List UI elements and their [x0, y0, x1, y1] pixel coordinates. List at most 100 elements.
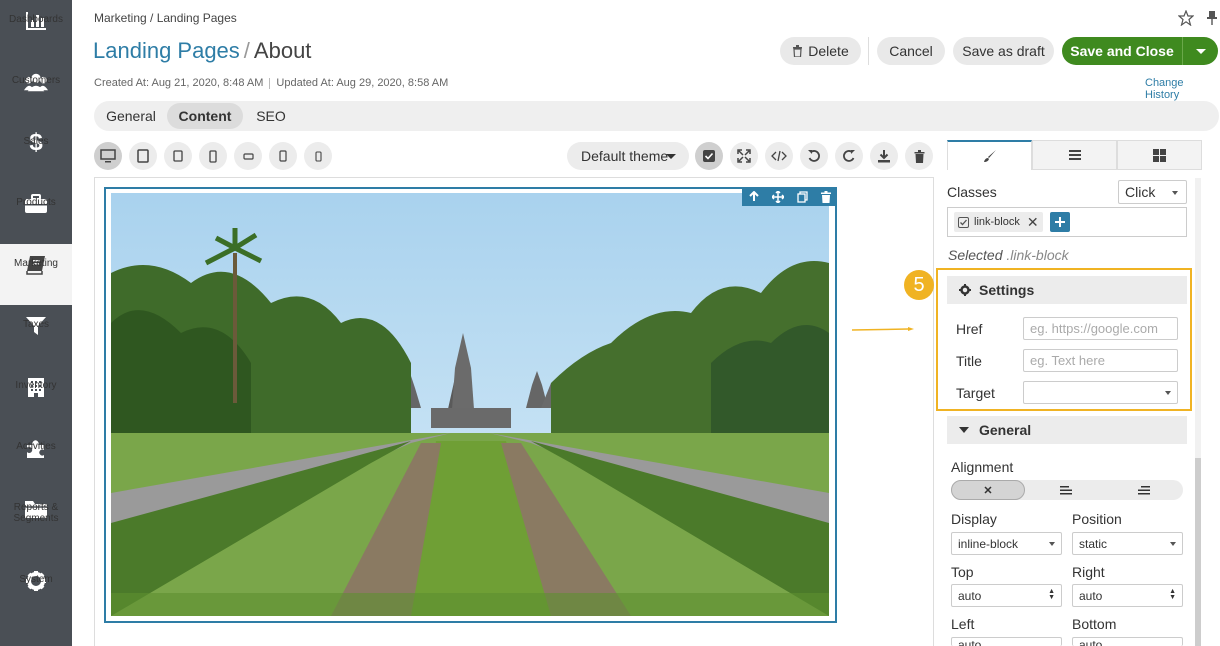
pin-icon[interactable]: [1206, 10, 1218, 26]
right-panel-scrollbar[interactable]: [1195, 178, 1201, 646]
breadcrumb[interactable]: Marketing / Landing Pages: [94, 11, 237, 25]
position-select[interactable]: static: [1072, 532, 1183, 555]
page-title-parent[interactable]: Landing Pages: [93, 38, 240, 63]
right-label: Right: [1072, 564, 1105, 580]
close-icon: ✕: [983, 484, 993, 497]
style-manager-tab[interactable]: [947, 140, 1032, 170]
chevron-down-icon: [1170, 542, 1176, 546]
top-value: auto: [958, 588, 982, 603]
settings-title: Settings: [979, 282, 1035, 298]
align-right-button[interactable]: [1107, 480, 1181, 500]
chevron-down-icon: [1172, 191, 1178, 195]
sidebar-item-inventory[interactable]: Inventory: [0, 366, 72, 427]
copy-icon[interactable]: [796, 190, 808, 203]
delete-button-label: Delete: [808, 43, 849, 59]
gear-icon: [959, 284, 971, 296]
class-tag: link-block ✕: [954, 212, 1043, 232]
change-history-link[interactable]: Change History: [1145, 77, 1220, 101]
fullscreen-icon: [737, 149, 751, 163]
trash-icon[interactable]: [820, 190, 831, 203]
align-none-button[interactable]: ✕: [951, 480, 1025, 500]
arrow-up-icon[interactable]: [748, 191, 759, 202]
right-input[interactable]: auto ▲ ▼: [1072, 584, 1183, 607]
title-input[interactable]: eg. Text here: [1023, 349, 1178, 372]
sidebar-item-marketing[interactable]: Marketing: [0, 244, 72, 305]
bottom-input[interactable]: auto: [1072, 637, 1183, 646]
star-icon[interactable]: [1177, 9, 1195, 27]
device-tablet-button[interactable]: [129, 142, 157, 170]
close-icon[interactable]: ✕: [1027, 214, 1039, 231]
plus-icon: [1055, 217, 1065, 227]
delete-button[interactable]: Delete: [780, 37, 861, 65]
display-select[interactable]: inline-block: [951, 532, 1062, 555]
move-icon[interactable]: [771, 190, 784, 203]
left-input[interactable]: auto: [951, 637, 1062, 646]
tab-seo[interactable]: SEO: [250, 103, 292, 129]
device-mobile-landscape-button[interactable]: [234, 142, 262, 170]
sidebar-item-label: Dashboards: [9, 14, 63, 25]
device-tablet-landscape-button[interactable]: [164, 142, 192, 170]
device-mobile-small-button[interactable]: [304, 142, 332, 170]
save-and-close-button[interactable]: Save and Close: [1062, 37, 1182, 65]
display-value: inline-block: [958, 536, 1019, 551]
align-left-icon: [1060, 485, 1072, 494]
target-select[interactable]: [1023, 381, 1178, 404]
device-mobile-medium-button[interactable]: [269, 142, 297, 170]
add-class-button[interactable]: [1050, 212, 1070, 232]
checkbox-icon: [703, 150, 715, 162]
element-toolbar: [742, 187, 837, 206]
save-as-draft-button[interactable]: Save as draft: [953, 37, 1054, 65]
sidebar-item-reports-segments[interactable]: Reports & Segments: [0, 488, 72, 549]
selected-element-frame: [104, 187, 837, 623]
sidebar-item-dashboards[interactable]: Dashboards: [0, 0, 72, 61]
clear-canvas-button[interactable]: [905, 142, 933, 170]
classes-box: link-block ✕: [947, 207, 1187, 237]
sidebar-item-taxes[interactable]: Taxes: [0, 305, 72, 366]
sidebar-item-label: System: [19, 574, 53, 585]
sidebar-item-activities[interactable]: Activities: [0, 427, 72, 488]
sidebar-item-customers[interactable]: Customers: [0, 61, 72, 122]
device-desktop-button[interactable]: [94, 142, 122, 170]
code-icon: [771, 150, 787, 162]
undo-button[interactable]: [800, 142, 828, 170]
page-title: Landing Pages / About: [93, 38, 311, 64]
view-code-button[interactable]: [765, 142, 793, 170]
left-value: auto: [958, 638, 982, 646]
sidebar-item-sales[interactable]: $ Sales: [0, 122, 72, 183]
stepper-icon: ▲ ▼: [1169, 588, 1176, 601]
selected-prefix: Selected: [948, 247, 1003, 263]
device-mobile-large-button[interactable]: [199, 142, 227, 170]
class-state-select[interactable]: Click: [1118, 180, 1187, 204]
settings-tab[interactable]: [1032, 140, 1117, 170]
display-label: Display: [951, 511, 997, 527]
theme-select[interactable]: Default theme: [567, 142, 689, 170]
sidebar-item-products[interactable]: Products: [0, 183, 72, 244]
left-label: Left: [951, 616, 975, 632]
fullscreen-button[interactable]: [730, 142, 758, 170]
sidebar-item-system[interactable]: System: [0, 560, 72, 621]
tab-content[interactable]: Content: [167, 103, 243, 129]
general-section-header[interactable]: General: [947, 416, 1187, 444]
top-input[interactable]: auto ▲ ▼: [951, 584, 1062, 607]
sidebar-item-label: Activities: [16, 441, 56, 452]
save-options-dropdown[interactable]: [1182, 37, 1218, 65]
settings-section-header[interactable]: Settings: [947, 276, 1187, 304]
show-borders-button[interactable]: [695, 142, 723, 170]
blocks-tab[interactable]: [1117, 140, 1202, 170]
position-label: Position: [1072, 511, 1122, 527]
href-input[interactable]: eg. https://google.com: [1023, 317, 1178, 340]
redo-button[interactable]: [835, 142, 863, 170]
cancel-button[interactable]: Cancel: [877, 37, 945, 65]
align-left-button[interactable]: [1029, 480, 1103, 500]
tab-general[interactable]: General: [97, 103, 165, 129]
sidebar: Dashboards Customers $ Sales Products Ma…: [0, 0, 72, 646]
import-button[interactable]: [870, 142, 898, 170]
record-meta: Created At: Aug 21, 2020, 8:48 AM Updated…: [94, 77, 448, 89]
target-label: Target: [956, 385, 995, 401]
classes-label: Classes: [947, 184, 997, 200]
undo-icon: [808, 150, 820, 162]
mobile-icon: [314, 150, 322, 162]
checkbox-icon[interactable]: [958, 216, 969, 228]
menu-icon: [1068, 150, 1081, 160]
pointer-arrow: [852, 327, 914, 331]
